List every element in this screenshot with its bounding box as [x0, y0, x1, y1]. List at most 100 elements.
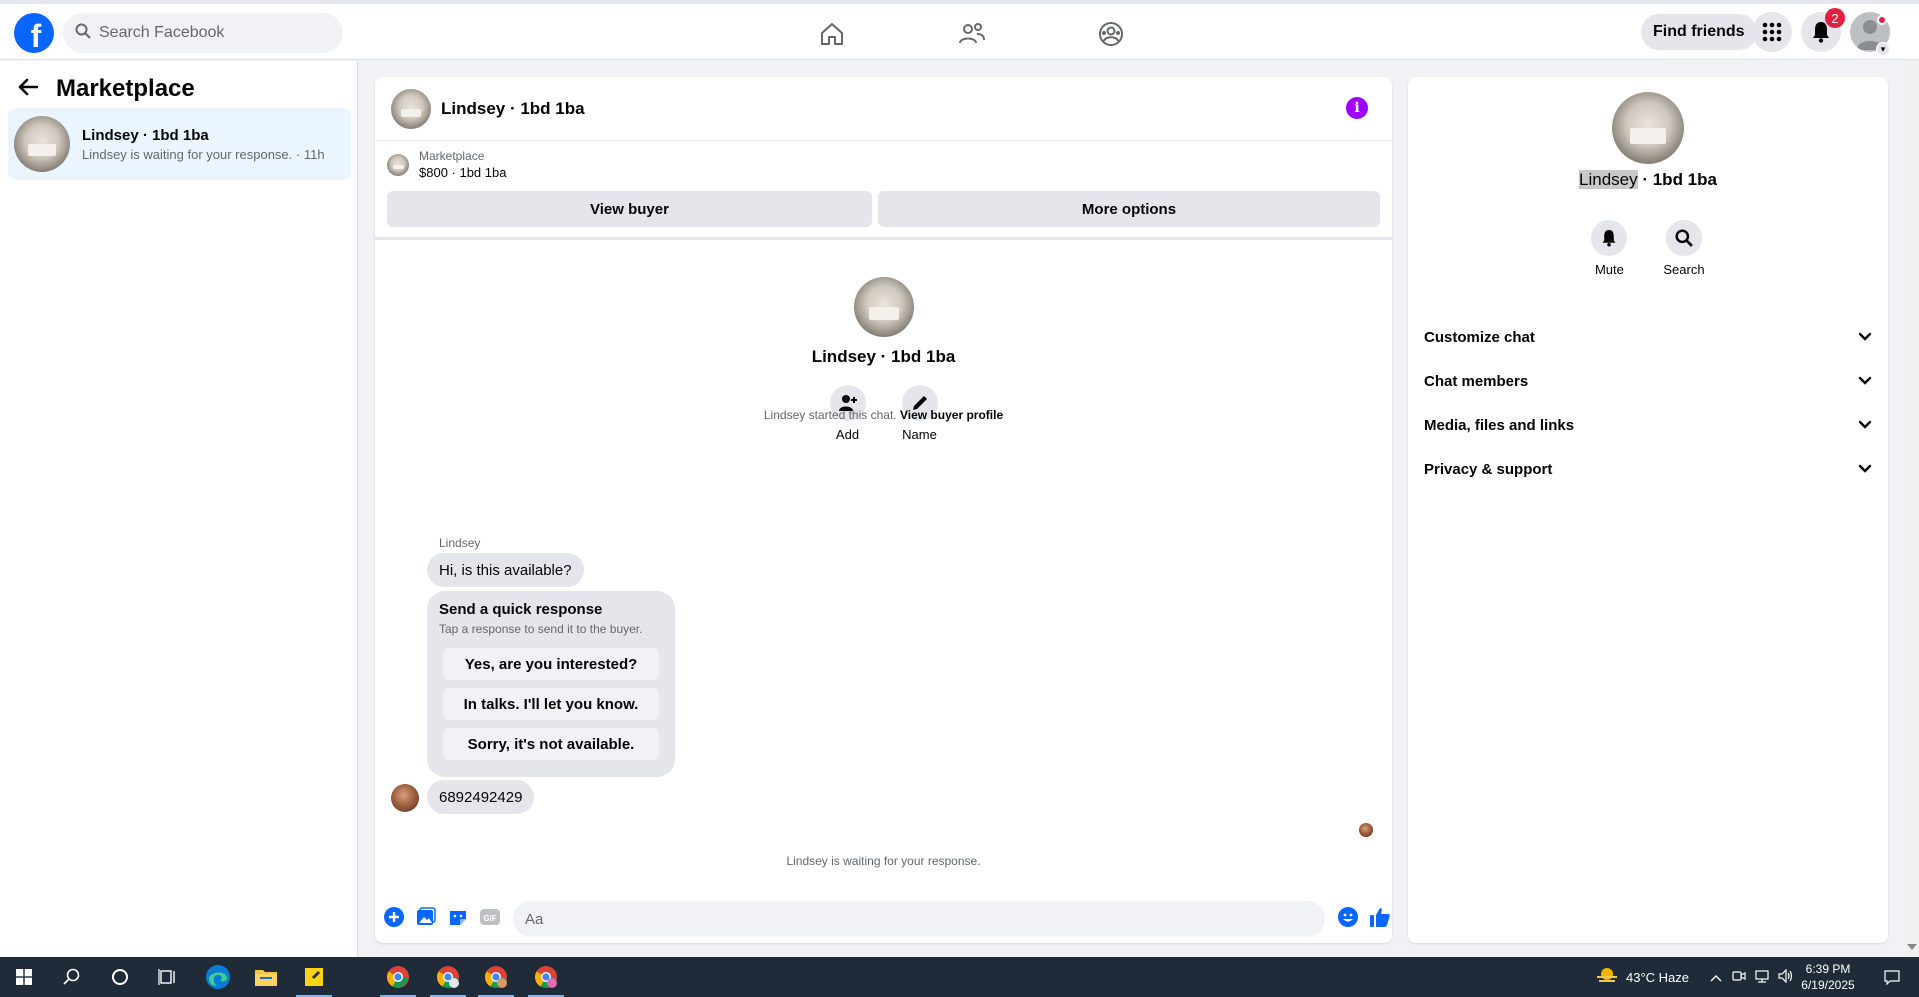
- message-input[interactable]: [513, 901, 1325, 937]
- section-label: Media, files and links: [1424, 416, 1575, 434]
- privacy-support-section[interactable]: Privacy & support: [1408, 447, 1888, 491]
- view-buyer-profile-link[interactable]: View buyer profile: [900, 408, 1003, 422]
- details-profile: Lindsey · 1bd 1ba: [1408, 92, 1888, 190]
- chat-header-name[interactable]: Lindsey · 1bd 1ba: [441, 99, 585, 119]
- plus-circle-icon[interactable]: [383, 906, 405, 928]
- listing-source-label: Marketplace: [419, 149, 485, 163]
- network-icon[interactable]: [1754, 969, 1770, 986]
- home-icon[interactable]: [812, 16, 852, 52]
- details-name: Lindsey · 1bd 1ba: [1408, 170, 1888, 190]
- scroll-down-arrow-icon[interactable]: [1907, 944, 1917, 950]
- more-options-button[interactable]: More options: [878, 191, 1380, 227]
- emoji-icon[interactable]: [1337, 906, 1359, 928]
- edge-browser-icon[interactable]: [194, 957, 242, 997]
- marketplace-listing-banner[interactable]: Marketplace $800 · 1bd 1ba: [387, 149, 506, 180]
- chevron-down-icon: [1858, 461, 1872, 478]
- chat-members-section[interactable]: Chat members: [1408, 359, 1888, 403]
- name-label: Name: [902, 427, 937, 442]
- chat-started-text: Lindsey started this chat.: [763, 408, 897, 422]
- clock-date: 6/19/2025: [1801, 978, 1855, 992]
- media-files-links-section[interactable]: Media, files and links: [1408, 403, 1888, 447]
- section-label: Chat members: [1424, 372, 1529, 390]
- chevron-down-icon[interactable]: ▾: [1876, 42, 1890, 56]
- chevron-up-icon[interactable]: [1710, 970, 1722, 985]
- chevron-down-icon: [1858, 373, 1872, 390]
- search-label: Search: [1663, 262, 1705, 277]
- listing-price-title: $800 · 1bd 1ba: [419, 165, 507, 180]
- section-label: Privacy & support: [1424, 460, 1553, 478]
- mute-action[interactable]: Mute: [1591, 220, 1628, 277]
- intro-name: Lindsey · 1bd 1ba: [811, 347, 956, 366]
- buyer-avatar[interactable]: [391, 784, 419, 812]
- find-friends-button[interactable]: Find friends: [1641, 14, 1757, 50]
- weather-haze-icon: [1596, 966, 1618, 989]
- listing-thumbnail: [14, 116, 70, 172]
- clock[interactable]: 6:39 PM 6/19/2025: [1790, 961, 1866, 993]
- intro-avatar: [853, 277, 914, 337]
- quick-response-option[interactable]: Sorry, it's not available.: [443, 728, 659, 760]
- clock-time: 6:39 PM: [1805, 962, 1851, 976]
- chrome-profile-icon[interactable]: [472, 957, 520, 997]
- search-action[interactable]: Search: [1663, 220, 1705, 277]
- info-icon[interactable]: i: [1346, 97, 1368, 119]
- cortana-icon[interactable]: [96, 957, 144, 997]
- top-navigation-bar: f Find friends 2 ▾: [0, 4, 1919, 60]
- quick-response-option[interactable]: Yes, are you interested?: [443, 648, 659, 680]
- windows-taskbar: 43°C Haze 6:39 PM 6/19/2025: [0, 957, 1919, 997]
- action-center-icon[interactable]: [1868, 957, 1916, 997]
- thumbs-up-icon[interactable]: [1369, 906, 1391, 928]
- message-bubble[interactable]: Hi, is this available?: [427, 553, 584, 587]
- banner-divider: [375, 237, 1392, 240]
- chat-header: Lindsey · 1bd 1ba i: [375, 77, 1392, 141]
- back-arrow-icon[interactable]: [18, 78, 39, 101]
- weather-widget[interactable]: 43°C Haze: [1596, 957, 1689, 997]
- search-icon: [1665, 220, 1702, 256]
- menu-grid-icon[interactable]: [1752, 12, 1792, 52]
- conversation-item[interactable]: Lindsey · 1bd 1ba Lindsey is waiting for…: [8, 108, 351, 180]
- conversation-name: Lindsey · 1bd 1ba: [82, 126, 209, 144]
- search-icon: [75, 23, 91, 44]
- windows-start-icon[interactable]: [0, 957, 48, 997]
- marketplace-inbox-sidebar: Marketplace Lindsey · 1bd 1ba Lindsey is…: [0, 61, 358, 957]
- add-label: Add: [835, 427, 860, 442]
- sticky-notes-icon[interactable]: [290, 957, 338, 997]
- meet-now-icon[interactable]: [1732, 969, 1746, 986]
- customize-chat-section[interactable]: Customize chat: [1408, 315, 1888, 359]
- chrome-icon[interactable]: [374, 957, 422, 997]
- quick-response-title: Send a quick response: [439, 601, 603, 618]
- sticker-icon[interactable]: [447, 906, 469, 928]
- gif-icon[interactable]: GIF: [479, 906, 501, 928]
- facebook-logo[interactable]: f: [14, 13, 54, 54]
- conversation-preview: Lindsey is waiting for your response. · …: [82, 146, 325, 162]
- bell-icon: [1591, 220, 1628, 256]
- section-label: Customize chat: [1424, 328, 1535, 346]
- file-explorer-icon[interactable]: [242, 957, 290, 997]
- chat-details-panel: Lindsey · 1bd 1ba Mute Search Customize …: [1408, 77, 1888, 943]
- view-buyer-button[interactable]: View buyer: [387, 191, 872, 227]
- chrome-profile-icon[interactable]: [522, 957, 570, 997]
- chat-header-avatar[interactable]: [391, 88, 431, 129]
- sidebar-title: Marketplace: [56, 75, 195, 102]
- sender-name: Lindsey: [439, 536, 481, 550]
- sidebar-header: Marketplace: [18, 75, 195, 103]
- mute-label: Mute: [1594, 262, 1624, 277]
- search-input[interactable]: [99, 24, 319, 42]
- taskbar-search-icon[interactable]: [48, 957, 96, 997]
- message-composer: GIF: [375, 897, 1392, 939]
- search-bar[interactable]: [63, 13, 343, 53]
- svg-text:GIF: GIF: [483, 914, 496, 923]
- listing-mini-thumbnail: [387, 153, 409, 176]
- details-avatar[interactable]: [1612, 92, 1684, 164]
- chrome-profile-icon[interactable]: [424, 957, 472, 997]
- message-bubble[interactable]: 6892492429: [427, 780, 535, 814]
- groups-icon[interactable]: [1091, 16, 1131, 52]
- page-scrollbar[interactable]: [1904, 60, 1919, 957]
- weather-text: 43°C Haze: [1626, 969, 1690, 985]
- waiting-notice: Lindsey is waiting for your response.: [786, 854, 981, 868]
- quick-response-card: Send a quick response Tap a response to …: [427, 591, 675, 777]
- photo-icon[interactable]: [415, 906, 437, 928]
- friends-icon[interactable]: [952, 16, 992, 52]
- task-view-icon[interactable]: [144, 957, 192, 997]
- quick-response-option[interactable]: In talks. I'll let you know.: [443, 688, 659, 720]
- chat-started-notice: Lindsey started this chat. View buyer pr…: [375, 408, 1392, 422]
